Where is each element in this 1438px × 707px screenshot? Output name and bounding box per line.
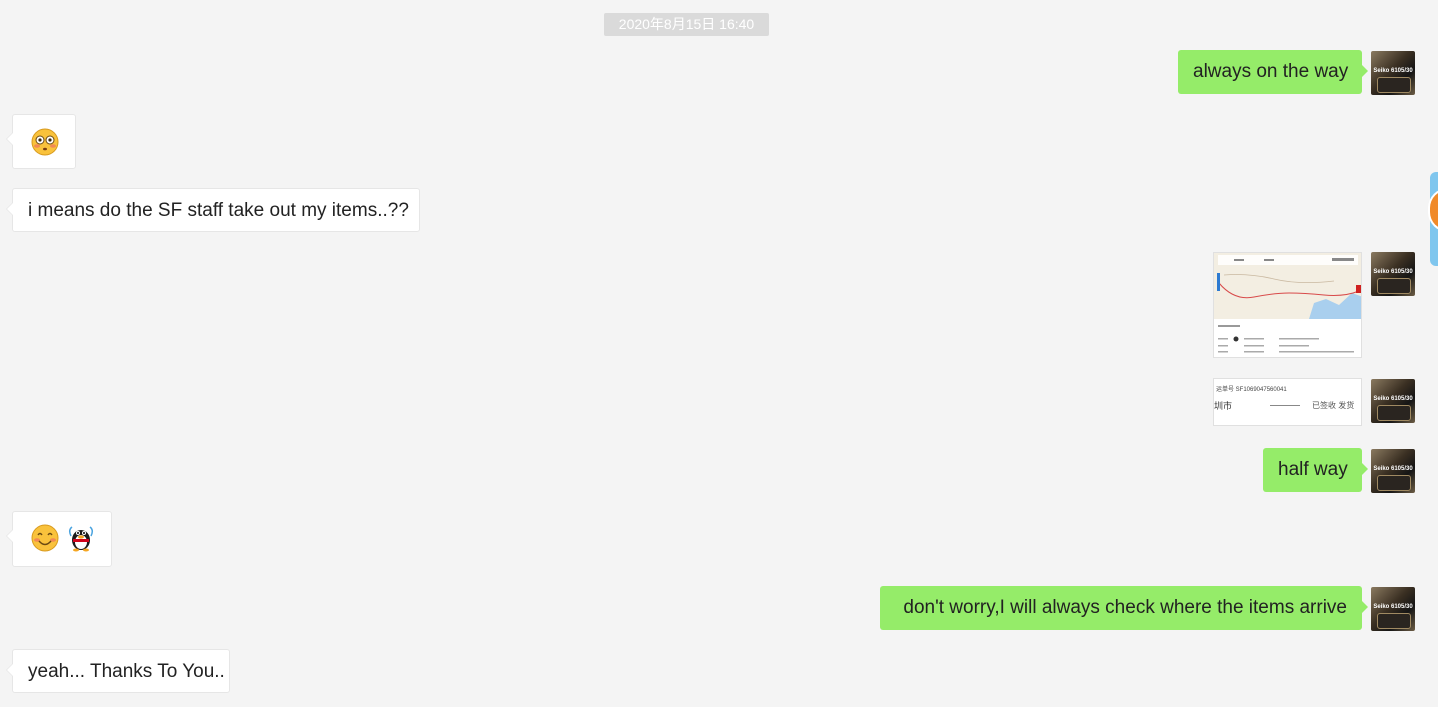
avatar[interactable]: Seiko 6105/30 — [1371, 379, 1415, 423]
watch-image — [1377, 278, 1411, 294]
avatar-caption: Seiko 6105/30 — [1373, 604, 1413, 610]
waybill-number: 运单号 SF1069047560041 — [1216, 387, 1287, 393]
message-timestamp: 2020年8月15日 16:40 — [604, 13, 769, 36]
image-message-waybill[interactable]: 运单号 SF1069047560041 圳市 已签收 发货 — [1213, 378, 1362, 426]
avatar-caption: Seiko 6105/30 — [1373, 269, 1413, 275]
watch-image — [1377, 475, 1411, 491]
avatar-caption: Seiko 6105/30 — [1373, 68, 1413, 74]
watch-image — [1377, 77, 1411, 93]
waybill-line — [1270, 405, 1300, 406]
flushed-face-icon — [31, 128, 59, 156]
avatar[interactable]: Seiko 6105/30 — [1371, 587, 1415, 631]
avatar-caption: Seiko 6105/30 — [1373, 466, 1413, 472]
watch-image — [1377, 613, 1411, 629]
outgoing-message[interactable]: don't worry,I will always check where th… — [880, 586, 1368, 630]
avatar[interactable]: Seiko 6105/30 — [1371, 252, 1415, 296]
outgoing-message[interactable]: half way — [1263, 448, 1368, 492]
avatar[interactable]: Seiko 6105/30 — [1371, 449, 1415, 493]
outgoing-message[interactable]: always on the way — [1178, 50, 1368, 94]
incoming-emoji-message[interactable] — [6, 114, 76, 169]
image-message-map[interactable] — [1213, 252, 1362, 358]
incoming-message[interactable]: yeah... Thanks To You.. — [6, 649, 230, 693]
chat-panel: 2020年8月15日 16:40 always on the way Seiko… — [0, 0, 1438, 707]
smiling-face-icon — [31, 524, 59, 552]
avatar[interactable]: Seiko 6105/30 — [1371, 51, 1415, 95]
incoming-message[interactable]: i means do the SF staff take out my item… — [6, 188, 420, 232]
incoming-emoji-message[interactable] — [6, 511, 112, 567]
map-screenshot — [1214, 253, 1361, 357]
watch-image — [1377, 405, 1411, 421]
avatar-caption: Seiko 6105/30 — [1373, 396, 1413, 402]
waybill-city: 圳市 — [1214, 401, 1233, 411]
waybill-stamp: 已签收 发货 — [1312, 401, 1355, 410]
qq-penguin-icon — [68, 526, 94, 552]
